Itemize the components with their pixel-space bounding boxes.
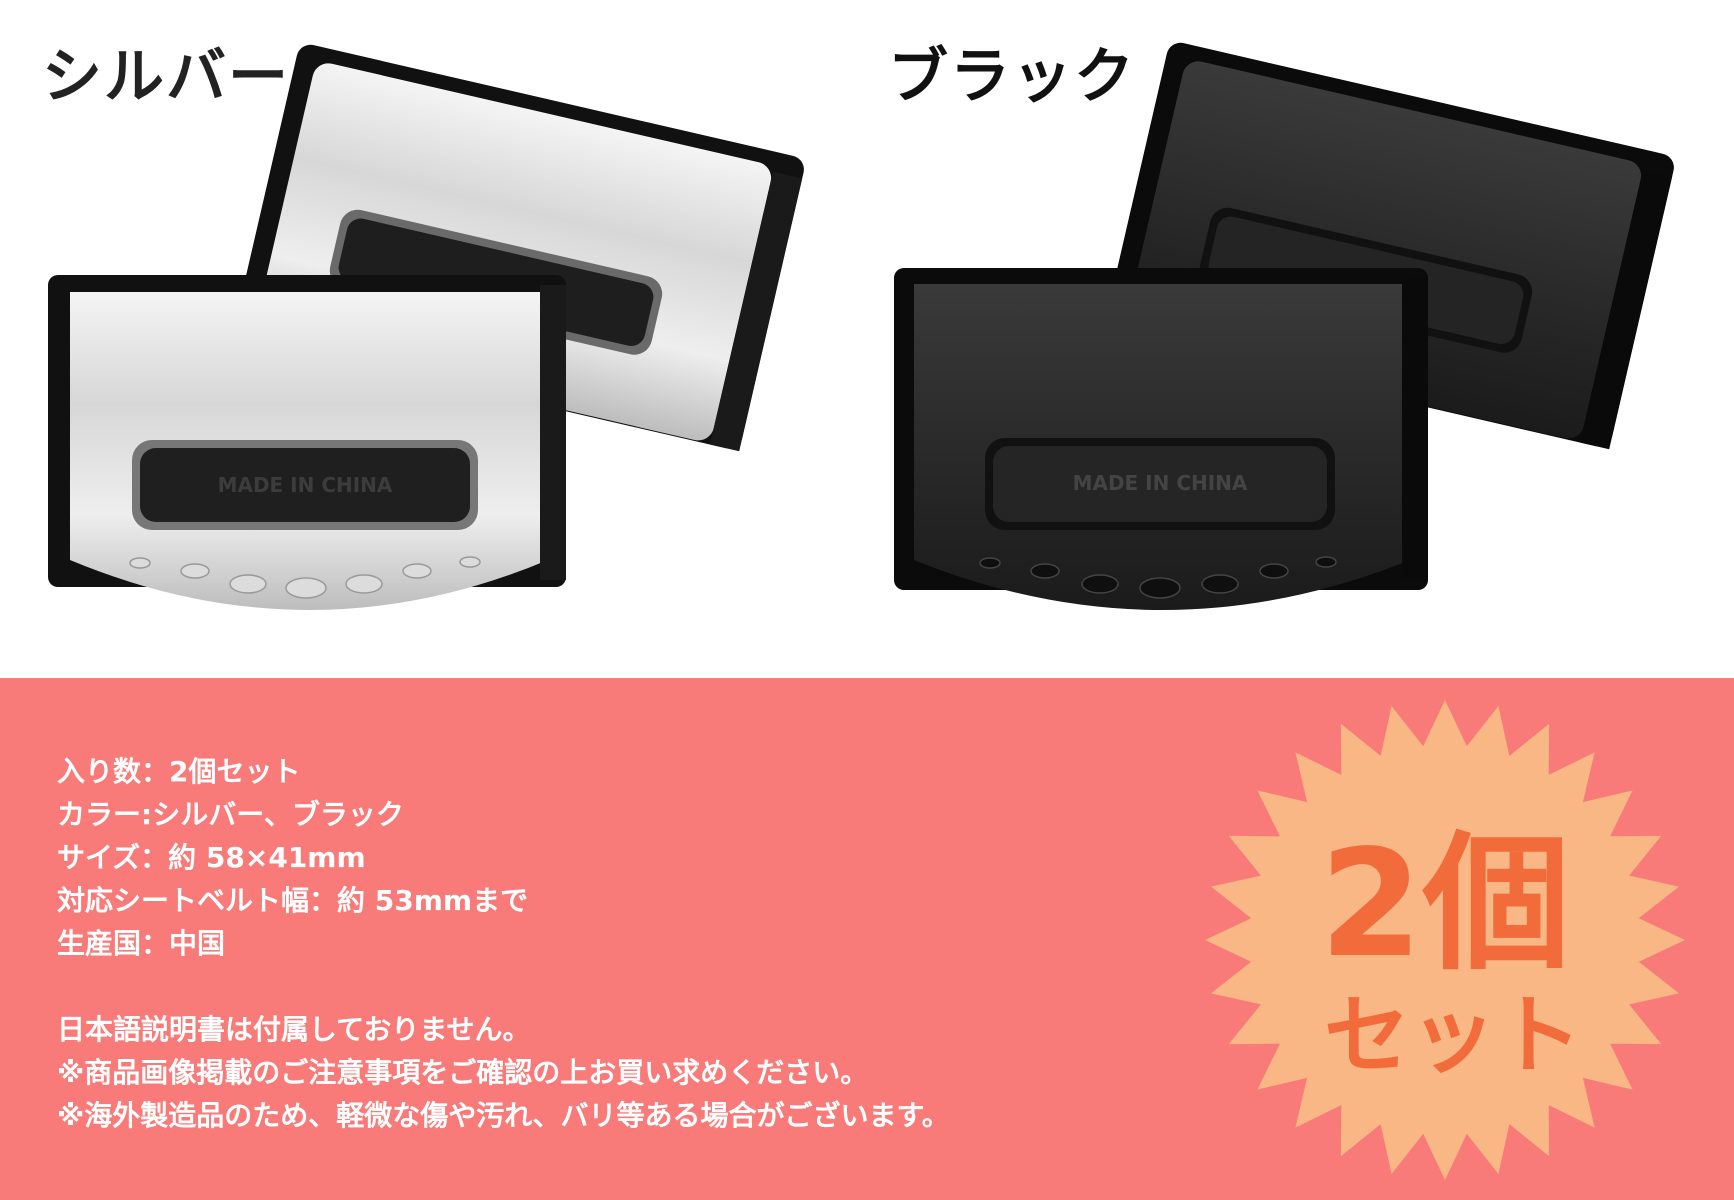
badge-sub-text: セット	[1324, 986, 1582, 1086]
spec-quantity: 入り数：2個セット	[57, 755, 301, 788]
badge-main-text: 2個	[1320, 818, 1571, 990]
black-clip-front: MADE IN CHINA	[894, 268, 1428, 610]
silver-imprint: MADE IN CHINA	[218, 473, 393, 497]
spec-color: カラー:シルバー、ブラック	[57, 798, 404, 831]
note-defects: ※海外製造品のため、軽微な傷や汚れ、バリ等ある場合がございます。	[57, 1099, 950, 1132]
two-piece-set-badge: 2個 セット	[1205, 700, 1685, 1180]
spec-list: 入り数：2個セット カラー:シルバー、ブラック サイズ：約 58×41mm 対応…	[57, 750, 950, 1137]
silver-clip-front: MADE IN CHINA	[48, 275, 566, 610]
spec-origin: 生産国：中国	[57, 927, 226, 960]
silver-variant-label: シルバー	[42, 42, 290, 112]
black-variant-label: ブラック	[888, 42, 1136, 112]
spec-belt-width: 対応シートベルト幅：約 53mmまで	[57, 884, 529, 917]
note-image-caution: ※商品画像掲載のご注意事項をご確認の上お買い求めください。	[57, 1056, 869, 1089]
black-imprint: MADE IN CHINA	[1073, 471, 1248, 495]
note-no-manual: 日本語説明書は付属しておりません。	[57, 1013, 531, 1046]
spec-size: サイズ：約 58×41mm	[57, 841, 366, 874]
